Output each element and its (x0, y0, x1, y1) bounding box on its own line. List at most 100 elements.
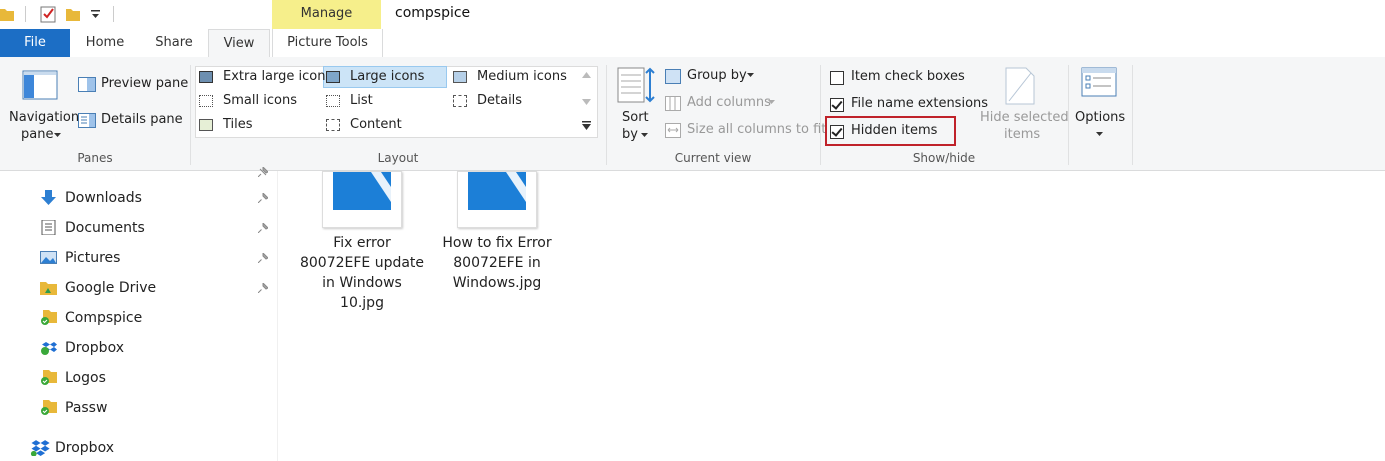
size-all-columns-label: Size all columns to fit (687, 122, 827, 137)
tab-share[interactable]: Share (140, 29, 208, 57)
layout-content[interactable]: Content (326, 117, 446, 135)
new-folder-icon[interactable] (66, 6, 80, 22)
nav-label: Compspice (65, 310, 143, 326)
preview-pane-label: Preview pane (101, 76, 189, 91)
gallery-scroll-down-icon[interactable] (582, 99, 591, 105)
tiles-icon (199, 119, 213, 131)
synced-folder-icon (41, 370, 57, 385)
file-name-line: Fix error (333, 235, 391, 251)
hide-selected-icon (1005, 67, 1035, 105)
hide-selected-items-button[interactable]: Hide selected items (975, 65, 1069, 145)
file-thumbnail (322, 171, 402, 228)
navigation-pane-icon (22, 70, 58, 100)
medium-icons-icon (453, 71, 467, 83)
details-pane-button[interactable]: Details pane (78, 112, 183, 130)
file-item[interactable]: Fix error 80072EFE update in Windows 10.… (297, 171, 427, 321)
file-name-line: in Windows (322, 275, 402, 291)
layout-small-icons[interactable]: Small icons (199, 93, 321, 111)
options-label: Options (1075, 110, 1126, 125)
options-button[interactable]: Options (1072, 65, 1127, 145)
layout-large-icons[interactable]: Large icons (326, 69, 446, 87)
hidden-items-highlight-box (825, 116, 956, 146)
pin-icon[interactable] (258, 253, 268, 263)
preview-pane-button[interactable]: Preview pane (78, 76, 188, 94)
dropbox-icon (30, 440, 50, 456)
item-check-boxes-toggle[interactable]: Item check boxes (830, 69, 970, 87)
gallery-scroll-up-icon[interactable] (582, 72, 591, 78)
navigation-pane-button[interactable]: Navigation pane (6, 67, 79, 147)
size-all-columns-button[interactable]: Size all columns to fit (665, 122, 826, 140)
item-check-boxes-label: Item check boxes (851, 69, 965, 84)
add-columns-label: Add columns (687, 95, 771, 110)
document-icon (41, 220, 56, 235)
group-label-show-hide: Show/hide (912, 151, 976, 165)
tab-picture-tools[interactable]: Picture Tools (272, 29, 383, 57)
toolbar-divider (25, 6, 26, 22)
group-by-button[interactable]: Group by (665, 68, 765, 86)
sort-by-button[interactable]: Sort by (612, 65, 658, 147)
synced-folder-icon (41, 400, 57, 415)
file-name-extensions-toggle[interactable]: File name extensions (830, 96, 988, 114)
file-name-line: 80072EFE update (299, 255, 425, 271)
sort-by-label-1: Sort (622, 110, 649, 125)
medium-icons-label: Medium icons (477, 69, 567, 84)
extra-large-icons-icon (199, 71, 213, 83)
group-separator (606, 65, 607, 165)
tab-file[interactable]: File (0, 29, 70, 57)
nav-label: Documents (65, 220, 145, 236)
layout-extra-large-icons[interactable]: Extra large icons (199, 69, 332, 87)
pin-icon[interactable] (258, 283, 268, 293)
layout-details[interactable]: Details (453, 93, 573, 111)
preview-pane-icon (78, 77, 96, 92)
add-columns-button[interactable]: Add columns (665, 95, 780, 113)
size-columns-icon (665, 123, 681, 138)
file-name: How to fix Error 80072EFE in Windows.jpg (432, 233, 562, 293)
file-name-line: 80072EFE in (453, 255, 541, 271)
pictures-icon (40, 251, 57, 264)
details-label: Details (477, 93, 523, 108)
small-icons-label: Small icons (223, 93, 297, 108)
extra-large-icons-label: Extra large icons (223, 69, 333, 84)
tab-view[interactable]: View (208, 29, 270, 58)
group-separator (820, 65, 821, 165)
dropbox-folder-icon (41, 342, 57, 355)
details-pane-icon (78, 113, 96, 128)
chevron-down-icon (54, 133, 61, 137)
pin-icon[interactable] (258, 167, 268, 177)
chevron-down-icon (1096, 132, 1103, 136)
nav-label: Pictures (65, 250, 121, 266)
pin-icon[interactable] (258, 223, 268, 233)
manage-contextual-tab[interactable]: Manage (272, 0, 381, 29)
list-label: List (350, 93, 373, 108)
file-name-extensions-checkbox[interactable] (830, 98, 844, 112)
item-check-boxes-checkbox[interactable] (830, 71, 844, 85)
pin-icon[interactable] (258, 193, 268, 203)
tab-home[interactable]: Home (70, 29, 140, 57)
group-label-layout: Layout (377, 151, 419, 165)
nav-label: Dropbox (65, 340, 124, 356)
file-item[interactable]: How to fix Error 80072EFE in Windows.jpg (432, 171, 562, 301)
nav-label: Downloads (65, 190, 142, 206)
folder-icon[interactable] (0, 6, 14, 22)
chevron-down-icon (641, 133, 648, 137)
file-thumbnail (457, 171, 537, 228)
nav-label: Passw (65, 400, 108, 416)
layout-list[interactable]: List (326, 93, 446, 111)
sort-by-label-2: by (622, 127, 638, 142)
layout-medium-icons[interactable]: Medium icons (453, 69, 578, 87)
gallery-expand-icon[interactable] (582, 121, 591, 130)
navigation-pane: Desktop Downloads Documents Pictures Goo… (0, 167, 278, 461)
content-label: Content (350, 117, 402, 132)
group-separator (1068, 65, 1069, 165)
group-by-icon (665, 69, 681, 84)
large-icons-label: Large icons (350, 69, 425, 84)
synced-folder-icon (41, 310, 57, 325)
file-name-line: 10.jpg (340, 295, 384, 311)
ribbon: Navigation pane Preview pane Details pan… (0, 57, 1385, 171)
nav-label: Dropbox (55, 440, 114, 456)
properties-check-icon[interactable] (40, 5, 56, 23)
layout-tiles[interactable]: Tiles (199, 117, 321, 135)
customize-dropdown-icon[interactable] (91, 10, 100, 19)
windows-logo-icon (371, 172, 391, 202)
options-icon (1081, 67, 1117, 97)
